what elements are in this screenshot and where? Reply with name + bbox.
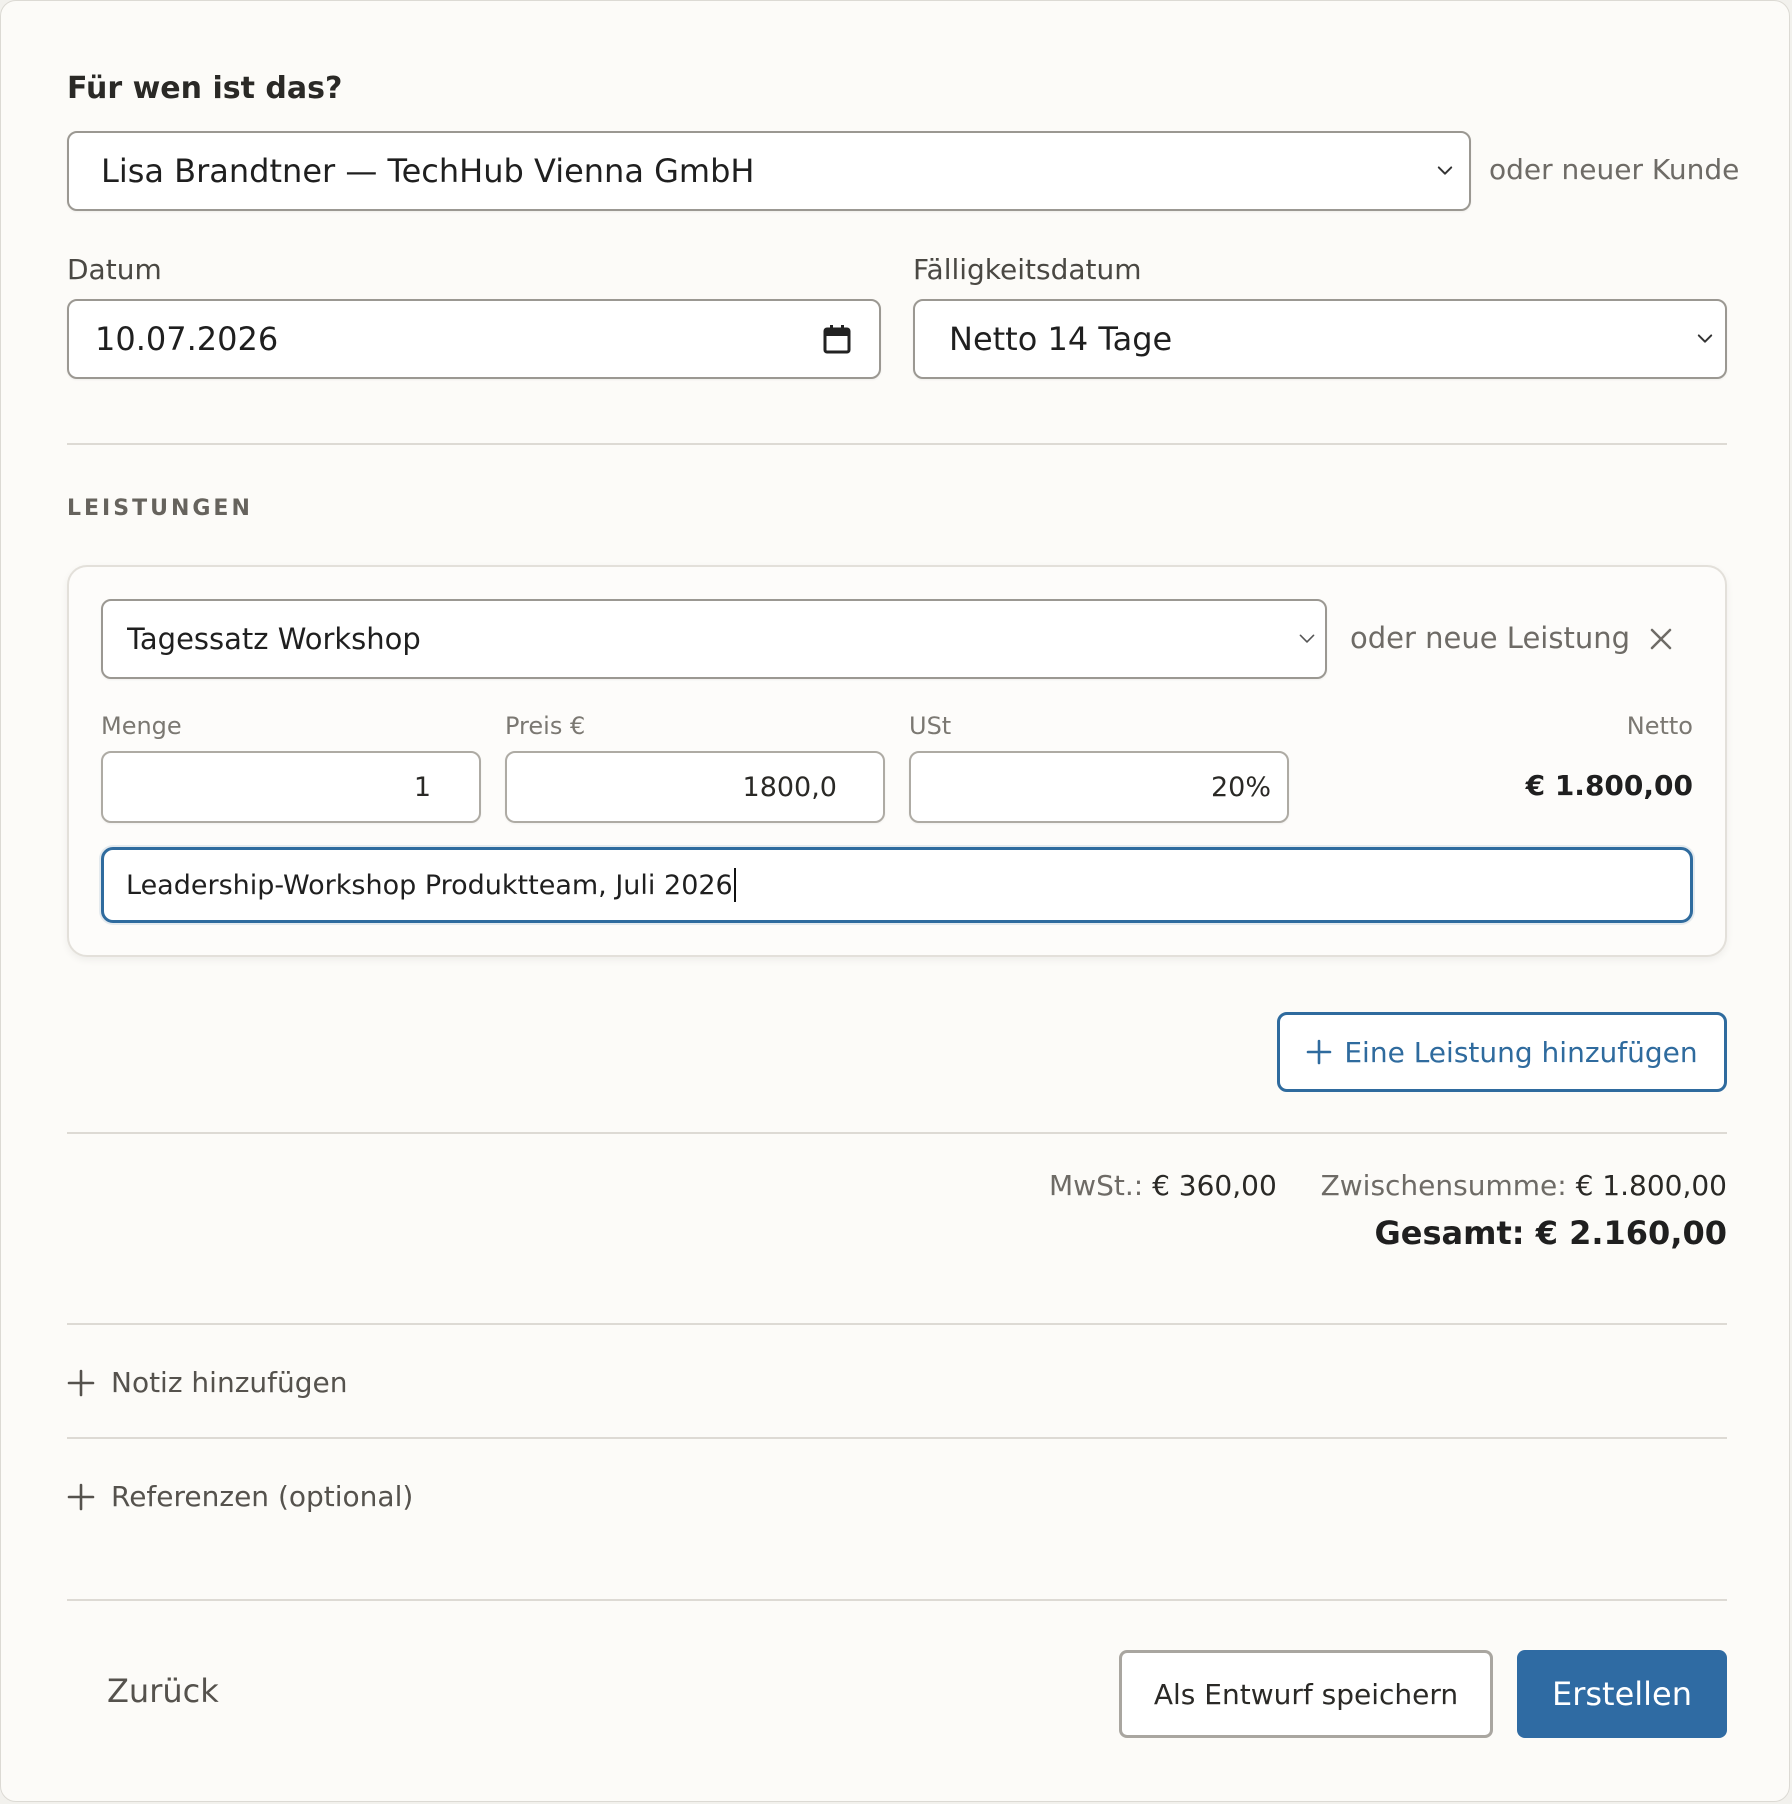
add-note-label: Notiz hinzufügen xyxy=(111,1366,348,1399)
create-button[interactable]: Erstellen xyxy=(1517,1650,1727,1738)
totals-line: MwSt.: € 360,00 Zwischensumme: € 1.800,0… xyxy=(1001,1169,1727,1202)
grand-total-value: € 2.160,00 xyxy=(1535,1214,1727,1252)
grand-total-label: Gesamt: xyxy=(1374,1214,1525,1252)
service-select[interactable]: Tagessatz Workshop xyxy=(101,599,1327,679)
quantity-label: Menge xyxy=(101,712,182,740)
text-caret xyxy=(733,868,736,902)
divider xyxy=(67,443,1727,445)
save-draft-button-label: Als Entwurf speichern xyxy=(1153,1677,1459,1711)
back-button[interactable]: Zurück xyxy=(107,1672,219,1710)
vat-label: USt xyxy=(909,712,952,740)
description-input[interactable]: Leadership-Workshop Produktteam, Juli 20… xyxy=(101,847,1693,923)
price-input-value: 1800,0 xyxy=(742,771,837,803)
divider xyxy=(67,1599,1727,1601)
due-date-select-value: Netto 14 Tage xyxy=(949,320,1173,358)
references-label: Referenzen (optional) xyxy=(111,1480,414,1513)
chevron-down-icon xyxy=(1697,331,1713,347)
vat-input[interactable]: 20% xyxy=(909,751,1289,823)
grand-total: Gesamt: € 2.160,00 xyxy=(1101,1214,1728,1252)
new-service-link[interactable]: oder neue Leistung xyxy=(1350,621,1630,655)
references-toggle[interactable]: Referenzen (optional) xyxy=(67,1480,413,1513)
chevron-down-icon xyxy=(1437,163,1453,179)
services-heading: LEISTUNGEN xyxy=(67,496,253,521)
calendar-icon[interactable] xyxy=(823,324,851,354)
vat-input-value: 20% xyxy=(1210,771,1271,803)
description-input-value: Leadership-Workshop Produktteam, Juli 20… xyxy=(126,869,733,901)
date-input-value: 10.07.2026 xyxy=(95,320,279,358)
subtotal-value: € 1.800,00 xyxy=(1575,1169,1727,1202)
add-service-button-label: Eine Leistung hinzufügen xyxy=(1344,1035,1698,1069)
plus-icon xyxy=(67,1483,95,1511)
service-select-value: Tagessatz Workshop xyxy=(127,622,421,656)
customer-select-value: Lisa Brandtner — TechHub Vienna GmbH xyxy=(101,152,755,190)
quantity-input[interactable]: 1 xyxy=(101,751,481,823)
divider xyxy=(67,1132,1727,1134)
plus-icon xyxy=(67,1369,95,1397)
new-customer-link[interactable]: oder neuer Kunde xyxy=(1489,153,1739,186)
chevron-down-icon xyxy=(1299,631,1315,647)
divider xyxy=(67,1437,1727,1439)
subtotal-label: Zwischensumme: xyxy=(1320,1169,1567,1202)
due-date-select[interactable]: Netto 14 Tage xyxy=(913,299,1727,379)
vat-total-label: MwSt.: xyxy=(1049,1169,1144,1202)
invoice-form-card: Für wen ist das? Lisa Brandtner — TechHu… xyxy=(0,0,1790,1802)
date-input[interactable]: 10.07.2026 xyxy=(67,299,881,379)
add-note-toggle[interactable]: Notiz hinzufügen xyxy=(67,1366,348,1399)
net-label: Netto xyxy=(1626,712,1693,740)
plus-icon xyxy=(1306,1039,1332,1065)
net-amount: € 1.800,00 xyxy=(1525,769,1693,802)
create-button-label: Erstellen xyxy=(1551,1675,1693,1713)
due-date-label: Fälligkeitsdatum xyxy=(913,253,1142,286)
price-input[interactable]: 1800,0 xyxy=(505,751,885,823)
close-icon[interactable] xyxy=(1649,627,1673,651)
vat-total-value: € 360,00 xyxy=(1152,1169,1277,1202)
quantity-input-value: 1 xyxy=(413,771,431,803)
customer-section-title: Für wen ist das? xyxy=(67,71,343,106)
add-service-button[interactable]: Eine Leistung hinzufügen xyxy=(1277,1012,1727,1092)
save-draft-button[interactable]: Als Entwurf speichern xyxy=(1119,1650,1493,1738)
date-label: Datum xyxy=(67,253,162,286)
divider xyxy=(67,1323,1727,1325)
price-label: Preis € xyxy=(505,712,586,740)
customer-select[interactable]: Lisa Brandtner — TechHub Vienna GmbH xyxy=(67,131,1471,211)
